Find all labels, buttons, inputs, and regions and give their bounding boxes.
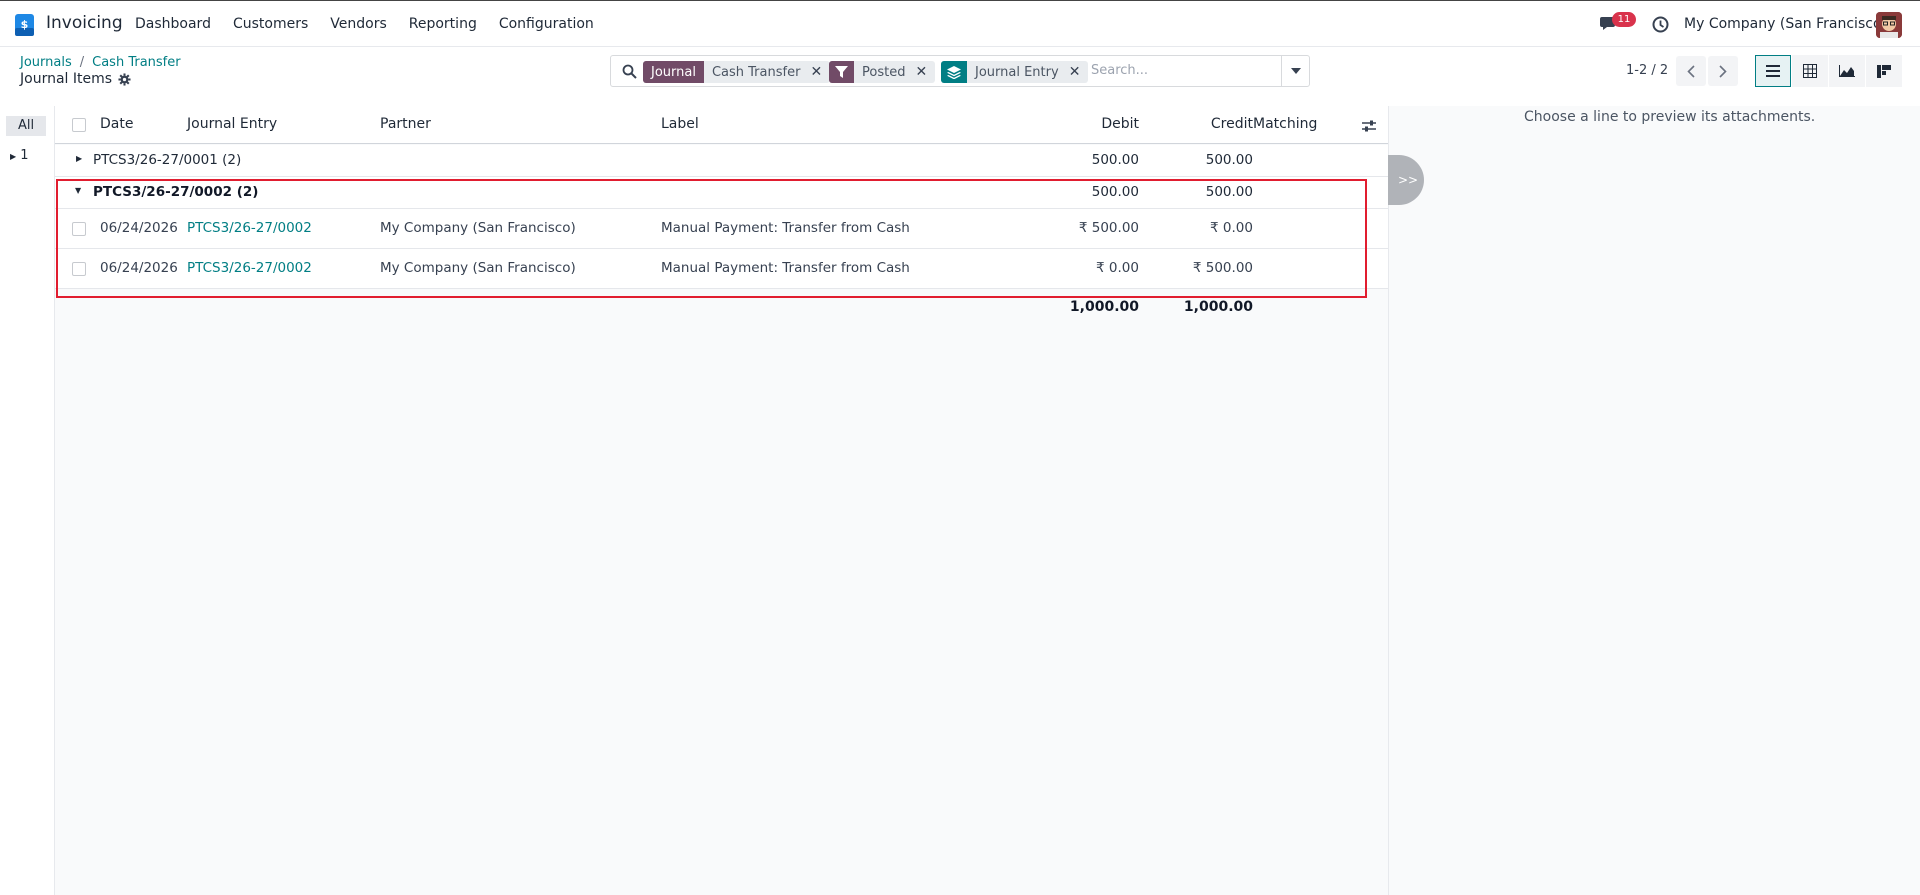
facet-posted-value: Posted <box>862 64 906 80</box>
column-partner[interactable]: Partner <box>380 116 431 132</box>
pager-next-button[interactable] <box>1708 56 1738 86</box>
row-debit: ₹ 0.00 <box>1096 260 1139 276</box>
kanban-icon <box>1877 64 1891 78</box>
group-row[interactable]: ▶ PTCS3/26-27/0001 (2) 500.00 500.00 <box>55 145 1388 177</box>
search-options-toggle[interactable] <box>1281 56 1309 86</box>
caret-down-icon <box>1290 68 1301 74</box>
area-chart-icon <box>1839 65 1855 77</box>
page-title-text: Journal Items <box>20 71 113 87</box>
row-journal-entry-link[interactable]: PTCS3/26-27/0002 <box>187 220 312 236</box>
company-switcher[interactable]: My Company (San Francisco) <box>1684 16 1887 32</box>
messages-count-badge: 11 <box>1612 12 1636 27</box>
column-journal-entry[interactable]: Journal Entry <box>187 116 277 132</box>
row-date: 06/24/2026 <box>100 220 178 236</box>
group-credit: 500.00 <box>1205 152 1253 168</box>
facet-group-by: Journal Entry ✕ <box>941 61 1089 83</box>
row-checkbox[interactable] <box>72 222 86 236</box>
page-title: Journal Items <box>20 71 131 87</box>
user-avatar[interactable] <box>1876 12 1902 38</box>
facet-journal-remove-icon[interactable]: ✕ <box>808 61 830 83</box>
caret-down-icon: ▼ <box>75 186 82 195</box>
row-label: Manual Payment: Transfer from Cash <box>661 260 910 276</box>
graph-view-button[interactable] <box>1829 55 1865 87</box>
table-row[interactable]: 06/24/2026 PTCS3/26-27/0002 My Company (… <box>55 249 1388 289</box>
list-view-button[interactable] <box>1755 55 1791 87</box>
row-credit: ₹ 500.00 <box>1192 260 1253 276</box>
app-name[interactable]: Invoicing <box>46 13 123 33</box>
column-matching[interactable]: Matching <box>1253 116 1317 132</box>
group-credit: 500.00 <box>1205 184 1253 200</box>
menu-reporting[interactable]: Reporting <box>409 16 477 32</box>
user-avatar-image <box>1876 12 1902 38</box>
row-credit: ₹ 0.00 <box>1210 220 1253 236</box>
menu-dashboard[interactable]: Dashboard <box>135 16 211 32</box>
gear-icon[interactable] <box>118 72 131 86</box>
invoicing-app-icon[interactable]: $ <box>15 14 34 36</box>
facet-journal-tag: Journal <box>643 61 704 83</box>
column-label[interactable]: Label <box>661 116 699 132</box>
pivot-view-button[interactable] <box>1792 55 1828 87</box>
caret-right-icon: ▶ <box>10 152 17 161</box>
group-side-panel: All ▶ 1 <box>0 106 55 895</box>
svg-text:$: $ <box>21 18 29 31</box>
row-debit: ₹ 500.00 <box>1078 220 1139 236</box>
top-navbar: $ Invoicing Dashboard Customers Vendors … <box>0 0 1920 47</box>
facet-journal: Journal Cash Transfer ✕ <box>643 61 831 83</box>
layers-icon <box>941 61 967 83</box>
chevron-left-icon <box>1687 64 1695 78</box>
facet-group-by-remove-icon[interactable]: ✕ <box>1067 61 1089 83</box>
group-row[interactable]: ▼ PTCS3/26-27/0002 (2) 500.00 500.00 <box>55 177 1388 209</box>
breadcrumb-journals[interactable]: Journals <box>20 55 72 70</box>
search-icon[interactable] <box>622 64 637 79</box>
caret-right-icon: ▶ <box>76 154 83 163</box>
facet-group-by-value: Journal Entry <box>975 64 1059 80</box>
row-date: 06/24/2026 <box>100 260 178 276</box>
column-debit[interactable]: Debit <box>1101 116 1139 132</box>
facet-posted-remove-icon[interactable]: ✕ <box>913 61 935 83</box>
side-panel-group-label: 1 <box>20 148 29 163</box>
list-header: Date Journal Entry Partner Label Debit C… <box>55 106 1388 144</box>
table-row[interactable]: 06/24/2026 PTCS3/26-27/0002 My Company (… <box>55 209 1388 249</box>
total-debit: 1,000.00 <box>1069 299 1139 315</box>
main-menu: Dashboard Customers Vendors Reporting Co… <box>135 16 616 32</box>
row-partner: My Company (San Francisco) <box>380 260 576 276</box>
chevron-right-icon <box>1719 64 1727 78</box>
column-credit[interactable]: Credit <box>1211 116 1253 132</box>
search-bar: Journal Cash Transfer ✕ Posted ✕ Journal… <box>610 55 1310 87</box>
row-label: Manual Payment: Transfer from Cash <box>661 220 910 236</box>
facet-posted: Posted ✕ <box>829 61 936 83</box>
search-input[interactable]: Search... <box>1091 63 1148 78</box>
group-name: PTCS3/26-27/0001 (2) <box>93 152 242 168</box>
list-icon <box>1766 65 1780 77</box>
breadcrumb: Journals / Cash Transfer <box>20 55 181 70</box>
breadcrumb-separator: / <box>79 55 85 70</box>
pager-value[interactable]: 1-2 / 2 <box>1626 63 1668 78</box>
column-date[interactable]: Date <box>100 116 133 132</box>
total-credit: 1,000.00 <box>1183 299 1253 315</box>
group-name: PTCS3/26-27/0002 (2) <box>93 184 259 200</box>
activity-clock-icon[interactable] <box>1652 16 1669 33</box>
menu-customers[interactable]: Customers <box>233 16 308 32</box>
side-panel-group-1[interactable]: ▶ 1 <box>10 148 29 163</box>
side-panel-all[interactable]: All <box>6 116 46 136</box>
row-checkbox[interactable] <box>72 262 86 276</box>
kanban-view-button[interactable] <box>1866 55 1902 87</box>
breadcrumb-cash-transfer[interactable]: Cash Transfer <box>92 55 180 70</box>
facet-journal-value: Cash Transfer <box>711 64 801 80</box>
filter-icon <box>829 61 854 83</box>
attachment-preview-pane <box>1388 106 1920 895</box>
select-all-checkbox[interactable] <box>72 118 86 132</box>
pivot-table-icon <box>1803 64 1817 78</box>
menu-configuration[interactable]: Configuration <box>499 16 594 32</box>
group-debit: 500.00 <box>1091 152 1139 168</box>
preview-hint: Choose a line to preview its attachments… <box>1524 109 1816 125</box>
pager-previous-button[interactable] <box>1676 56 1706 86</box>
row-journal-entry-link[interactable]: PTCS3/26-27/0002 <box>187 260 312 276</box>
totals-row: 1,000.00 1,000.00 <box>55 290 1388 326</box>
menu-vendors[interactable]: Vendors <box>330 16 386 32</box>
optional-columns-icon[interactable] <box>1362 120 1376 132</box>
journal-items-list: Date Journal Entry Partner Label Debit C… <box>55 106 1388 895</box>
row-partner: My Company (San Francisco) <box>380 220 576 236</box>
group-debit: 500.00 <box>1091 184 1139 200</box>
